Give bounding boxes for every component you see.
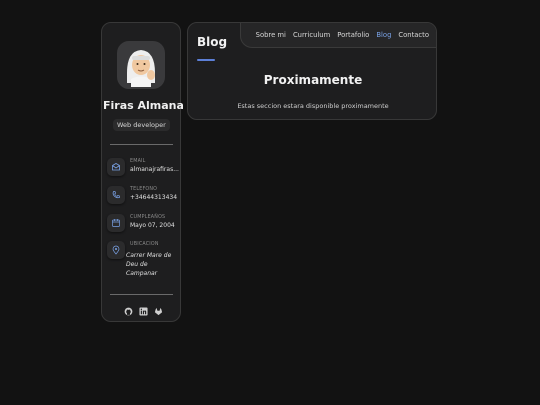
divider-bottom bbox=[110, 294, 173, 295]
location-icon bbox=[107, 241, 125, 259]
phone-icon bbox=[107, 186, 125, 204]
calendar-icon bbox=[107, 214, 125, 232]
coming-soon-heading: Proximamente bbox=[263, 73, 363, 87]
contact-label: EMAIL bbox=[130, 159, 146, 164]
github-icon[interactable] bbox=[124, 307, 133, 316]
role-badge: Web developer bbox=[113, 119, 170, 131]
contact-value[interactable]: almanajrafiras... bbox=[130, 166, 180, 173]
contact-value: Carrer Mare de Deu de Campanar bbox=[126, 252, 172, 277]
nav-portafolio[interactable]: Portafolio bbox=[337, 31, 369, 39]
nav-blog[interactable]: Blog bbox=[376, 31, 391, 39]
linkedin-icon[interactable] bbox=[139, 307, 148, 316]
title-underline bbox=[197, 59, 215, 61]
gitlab-icon[interactable] bbox=[154, 307, 163, 316]
coming-soon-message: Estas seccion estara disponible proximam… bbox=[237, 102, 389, 110]
page-title: Blog bbox=[197, 35, 228, 49]
avatar bbox=[117, 41, 165, 89]
profile-name: Firas Almanajra bbox=[103, 99, 183, 112]
contact-label: UBICACION bbox=[130, 242, 159, 247]
contact-value[interactable]: +34644313434 bbox=[130, 194, 180, 201]
avatar-icon bbox=[127, 50, 155, 87]
main-panel: Sobre mi Curriculum Portafolio Blog Cont… bbox=[187, 22, 437, 120]
divider-top bbox=[110, 144, 173, 145]
contact-label: TELEFONO bbox=[130, 187, 158, 192]
nav-sobre-mi[interactable]: Sobre mi bbox=[256, 31, 286, 39]
nav-contacto[interactable]: Contacto bbox=[398, 31, 429, 39]
top-navbar: Sobre mi Curriculum Portafolio Blog Cont… bbox=[240, 23, 436, 48]
social-links bbox=[124, 307, 163, 316]
contact-value: Mayo 07, 2004 bbox=[130, 222, 175, 229]
mail-icon bbox=[107, 158, 125, 176]
contact-label: CUMPLEAÑOS bbox=[130, 215, 166, 220]
nav-curriculum[interactable]: Curriculum bbox=[293, 31, 330, 39]
profile-sidebar: Firas Almanajra Web developer EMAIL alma… bbox=[101, 22, 183, 322]
